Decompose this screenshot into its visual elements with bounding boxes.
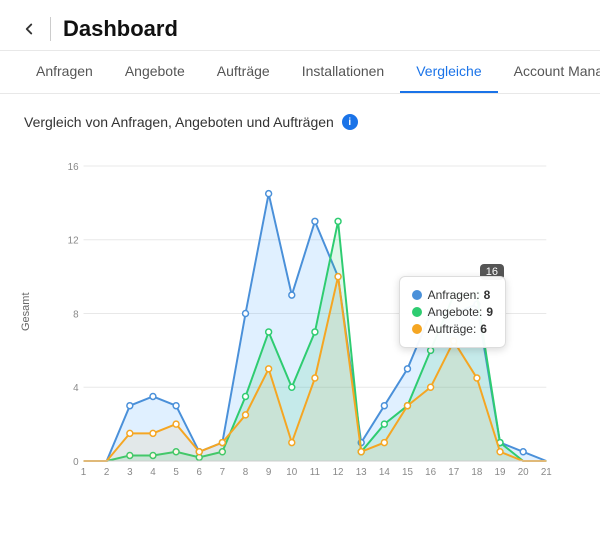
svg-text:3: 3 (127, 467, 133, 478)
svg-text:5: 5 (173, 467, 179, 478)
tooltip-row: Anfragen:8 (412, 288, 493, 302)
svg-text:12: 12 (68, 236, 79, 247)
svg-text:9: 9 (266, 467, 272, 478)
svg-text:1: 1 (81, 467, 87, 478)
page-title: Dashboard (63, 16, 178, 42)
content-area: Vergleich von Anfragen, Angeboten und Au… (0, 94, 600, 536)
svg-text:19: 19 (495, 467, 506, 478)
chart-title-row: Vergleich von Anfragen, Angeboten und Au… (24, 114, 576, 130)
nav-tab-anfragen[interactable]: Anfragen (20, 51, 109, 93)
chart-title: Vergleich von Anfragen, Angeboten und Au… (24, 114, 334, 130)
svg-text:0: 0 (73, 457, 79, 468)
tooltip-box: Anfragen:8 Angebote:9 Aufträge:6 (399, 276, 506, 348)
chart-svg-area: 0481216123456789101112131415161718192021… (54, 156, 566, 486)
svg-text:8: 8 (73, 309, 79, 320)
svg-text:17: 17 (448, 467, 459, 478)
svg-text:4: 4 (73, 383, 79, 394)
svg-text:20: 20 (518, 467, 529, 478)
svg-text:6: 6 (196, 467, 202, 478)
y-axis-label: Gesamt (20, 292, 32, 331)
svg-text:21: 21 (541, 467, 552, 478)
svg-text:2: 2 (104, 467, 110, 478)
svg-text:7: 7 (220, 467, 226, 478)
back-button[interactable] (20, 20, 38, 38)
svg-text:10: 10 (286, 467, 297, 478)
svg-text:16: 16 (425, 467, 436, 478)
svg-text:15: 15 (402, 467, 413, 478)
header: Dashboard (0, 0, 600, 51)
nav-tab-angebote[interactable]: Angebote (109, 51, 201, 93)
nav-tab-vergleiche[interactable]: Vergleiche (400, 51, 497, 93)
svg-text:14: 14 (379, 467, 390, 478)
nav-tab-account-managers[interactable]: Account Managers (498, 51, 600, 93)
info-icon[interactable]: i (342, 114, 358, 130)
svg-text:13: 13 (356, 467, 367, 478)
nav-tabs: AnfragenAngeboteAufträgeInstallationenVe… (0, 51, 600, 94)
nav-tab-installationen[interactable]: Installationen (286, 51, 401, 93)
svg-text:4: 4 (150, 467, 156, 478)
svg-text:11: 11 (310, 467, 321, 478)
svg-text:12: 12 (333, 467, 344, 478)
tooltip-row: Aufträge:6 (412, 322, 493, 336)
svg-text:18: 18 (471, 467, 482, 478)
header-divider (50, 17, 51, 41)
svg-text:16: 16 (68, 162, 79, 173)
tooltip-row: Angebote:9 (412, 305, 493, 319)
svg-text:8: 8 (243, 467, 249, 478)
nav-tab-aufträge[interactable]: Aufträge (201, 51, 286, 93)
chart-container: Gesamt 048121612345678910111213141516171… (24, 146, 576, 516)
